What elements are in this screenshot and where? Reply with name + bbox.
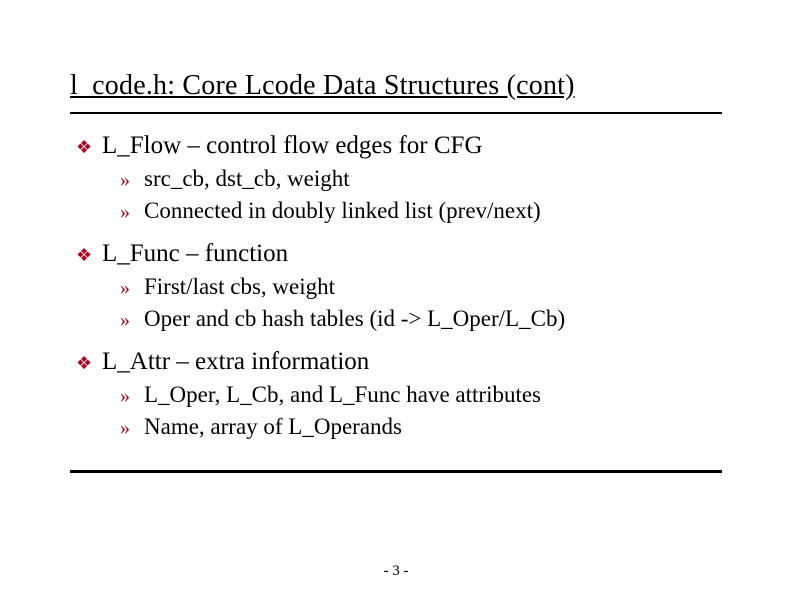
raquo-bullet-icon: » bbox=[120, 166, 144, 194]
raquo-bullet-icon: » bbox=[120, 306, 144, 334]
bullet-level2: » First/last cbs, weight bbox=[120, 274, 722, 302]
content-area: ❖ L_Flow – control flow edges for CFG » … bbox=[70, 132, 722, 442]
bullet-text: First/last cbs, weight bbox=[144, 274, 335, 300]
slide-title: l_code.h: Core Lcode Data Structures (co… bbox=[70, 70, 722, 102]
bullet-text: L_Flow – control flow edges for CFG bbox=[102, 132, 483, 160]
diamond-bullet-icon: ❖ bbox=[76, 132, 102, 162]
bullet-text: Oper and cb hash tables (id -> L_Oper/L_… bbox=[144, 306, 565, 332]
diamond-bullet-icon: ❖ bbox=[76, 348, 102, 378]
bullet-text: src_cb, dst_cb, weight bbox=[144, 166, 350, 192]
bullet-text: Connected in doubly linked list (prev/ne… bbox=[144, 198, 541, 224]
horizontal-rule-bottom bbox=[70, 470, 722, 473]
diamond-bullet-icon: ❖ bbox=[76, 240, 102, 270]
page-number: - 3 - bbox=[0, 563, 792, 580]
bullet-level2: » Oper and cb hash tables (id -> L_Oper/… bbox=[120, 306, 722, 334]
bullet-level1: ❖ L_Flow – control flow edges for CFG bbox=[76, 132, 722, 162]
slide: l_code.h: Core Lcode Data Structures (co… bbox=[0, 0, 792, 612]
horizontal-rule-top bbox=[70, 112, 722, 114]
bullet-text: L_Attr – extra information bbox=[102, 348, 369, 376]
bullet-text: L_Oper, L_Cb, and L_Func have attributes bbox=[144, 382, 541, 408]
bullet-level2: » Name, array of L_Operands bbox=[120, 414, 722, 442]
bullet-level2: » src_cb, dst_cb, weight bbox=[120, 166, 722, 194]
bullet-text: L_Func – function bbox=[102, 240, 288, 268]
bullet-level1: ❖ L_Func – function bbox=[76, 240, 722, 270]
bullet-level1: ❖ L_Attr – extra information bbox=[76, 348, 722, 378]
raquo-bullet-icon: » bbox=[120, 198, 144, 226]
raquo-bullet-icon: » bbox=[120, 274, 144, 302]
bullet-level2: » L_Oper, L_Cb, and L_Func have attribut… bbox=[120, 382, 722, 410]
raquo-bullet-icon: » bbox=[120, 414, 144, 442]
bullet-level2: » Connected in doubly linked list (prev/… bbox=[120, 198, 722, 226]
raquo-bullet-icon: » bbox=[120, 382, 144, 410]
bullet-text: Name, array of L_Operands bbox=[144, 414, 402, 440]
